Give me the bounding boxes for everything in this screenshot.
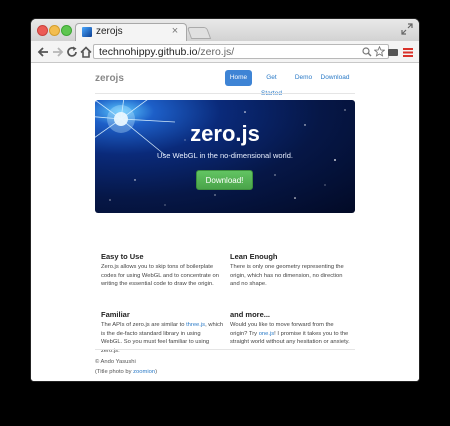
threejs-link[interactable]: three.js <box>186 322 205 328</box>
hero-subtitle: Use WebGL in the no-dimensional world. <box>157 151 293 160</box>
favicon-icon <box>82 27 92 37</box>
nav-get-started[interactable]: Get Started <box>255 70 288 97</box>
feature-text-more: Would you like to move forward from the … <box>230 321 354 347</box>
back-arrow-icon[interactable] <box>36 45 50 59</box>
extension-icon[interactable] <box>386 45 400 59</box>
feature-line: codes for using WebGL and to concentrate… <box>101 272 219 279</box>
feature-line: writing the essential code to draw the o… <box>101 281 214 288</box>
title-bar: zerojs × <box>31 19 419 41</box>
feature-line: origin? Try one.js! I promise it takes y… <box>230 330 354 339</box>
download-button[interactable]: Download! <box>196 170 253 190</box>
tab-close-icon[interactable]: × <box>170 25 180 37</box>
feature-line: straight world without any hesitation or… <box>230 339 350 346</box>
feature-title-lean: Lean Enough <box>230 252 278 261</box>
browser-window: zerojs × technohippy.github.io/zero.js/ <box>31 19 419 381</box>
url-host: technohippy.github.io <box>99 46 198 58</box>
hero-banner: zero.js Use WebGL in the no-dimensional … <box>95 100 355 213</box>
feature-line: The APIs of zero.js are similar to three… <box>101 321 225 330</box>
bookmark-star-icon[interactable] <box>374 46 385 57</box>
close-window-button[interactable] <box>37 25 48 36</box>
tab-title: zerojs <box>96 26 123 37</box>
url-path: /zero.js/ <box>197 46 235 58</box>
nav-demo[interactable]: Demo <box>292 70 315 86</box>
feature-text-span: The APIs of zero.js are similar to <box>101 322 187 328</box>
site-brand[interactable]: zerojs <box>95 73 124 84</box>
feature-line: There is only one geometry representing … <box>230 264 344 270</box>
reload-icon[interactable] <box>65 45 79 59</box>
feature-text-span: origin? Try <box>230 330 259 337</box>
footer-copyright: © Ando Yasushi <box>95 359 136 365</box>
zoomion-link[interactable]: zoomion <box>133 369 155 375</box>
footer-divider <box>95 349 355 350</box>
footer-credit: (Title photo by zoomion) <box>95 369 157 375</box>
feature-text-span: , which <box>205 322 224 328</box>
feature-text-easy: Zero.js allows you to skip tons of boile… <box>101 263 225 289</box>
address-bar[interactable]: technohippy.github.io/zero.js/ <box>93 44 389 59</box>
feature-text-lean: There is only one geometry representing … <box>230 263 354 289</box>
fullscreen-icon[interactable] <box>401 23 413 35</box>
header-divider <box>95 93 355 94</box>
onejs-link[interactable]: one.js <box>259 331 274 337</box>
footer-credit-text: (Title photo by <box>95 369 134 375</box>
browser-toolbar: technohippy.github.io/zero.js/ <box>31 41 419 63</box>
forward-arrow-icon[interactable] <box>51 45 65 59</box>
new-tab-button[interactable] <box>186 27 212 39</box>
feature-title-easy: Easy to Use <box>101 252 144 261</box>
nav-home[interactable]: Home <box>225 70 252 86</box>
feature-text-span: ! I promise it takes you to the <box>274 330 349 337</box>
feature-line: Zero.js allows you to skip tons of boile… <box>101 264 214 270</box>
feature-title-more: and more... <box>230 310 271 319</box>
menu-icon[interactable] <box>401 45 415 59</box>
browser-tab[interactable]: zerojs × <box>75 23 187 41</box>
feature-line: is the de-facto standard library in usin… <box>101 330 201 337</box>
home-icon[interactable] <box>79 45 93 59</box>
feature-line: origin, which has no dimension, no direc… <box>230 272 343 279</box>
zoom-window-button[interactable] <box>61 25 72 36</box>
nav-download[interactable]: Download <box>319 70 351 86</box>
web-page: zerojs Home Get Started Demo Download ze… <box>31 63 419 381</box>
minimize-window-button[interactable] <box>49 25 60 36</box>
url-text: technohippy.github.io/zero.js/ <box>99 46 234 58</box>
zoom-icon[interactable] <box>362 47 372 57</box>
hero-title: zero.js <box>190 121 260 146</box>
feature-line: and no shape. <box>230 281 267 288</box>
feature-title-familiar: Familiar <box>101 310 130 319</box>
footer-credit-text: ) <box>155 369 157 375</box>
feature-text-familiar: The APIs of zero.js are similar to three… <box>101 321 225 355</box>
feature-line: Would you like to move forward from the <box>230 322 334 328</box>
feature-line: WebGL. So you must feel familiar to usin… <box>101 339 210 346</box>
